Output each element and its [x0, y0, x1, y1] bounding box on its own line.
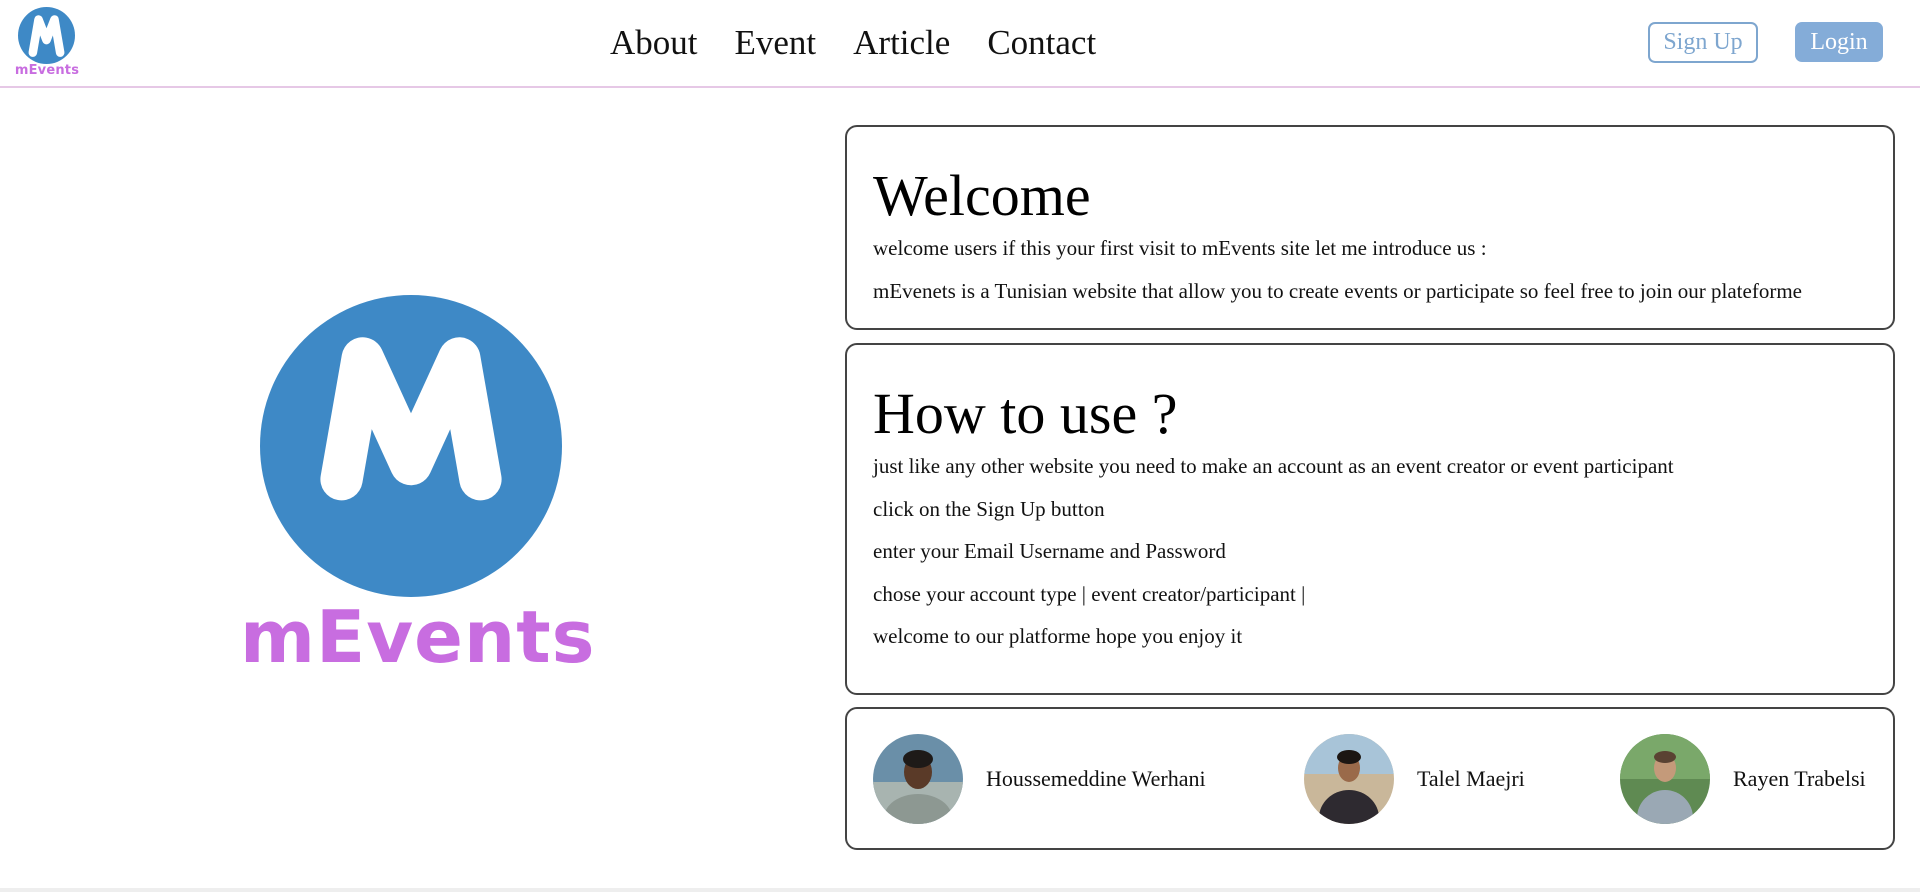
avatar — [1304, 734, 1394, 824]
nav-about[interactable]: About — [610, 18, 698, 68]
avatar — [873, 734, 963, 824]
member-name: Talel Maejri — [1417, 766, 1525, 791]
howto-title: How to use ? — [873, 381, 1178, 446]
howto-card: How to use ? just like any other website… — [845, 343, 1895, 695]
welcome-title: Welcome — [873, 163, 1091, 228]
site-header: mEvents About Event Article Contact Sign… — [0, 0, 1920, 88]
signup-button[interactable]: Sign Up — [1648, 22, 1758, 63]
header-logo[interactable]: mEvents — [14, 7, 80, 81]
login-button[interactable]: Login — [1795, 22, 1883, 62]
header-logo-wordmark: mEvents — [14, 63, 80, 78]
howto-line-4: chose your account type | event creator/… — [873, 582, 1306, 606]
howto-line-1: just like any other website you need to … — [873, 454, 1674, 478]
howto-line-3: enter your Email Username and Password — [873, 539, 1226, 563]
m-logo-icon — [18, 7, 75, 64]
welcome-card: Welcome welcome users if this your first… — [845, 125, 1895, 330]
member-name: Rayen Trabelsi — [1733, 766, 1866, 791]
main-nav: About Event Article Contact — [610, 18, 1133, 68]
welcome-line-1: welcome users if this your first visit t… — [873, 236, 1487, 260]
hero-wordmark: mEvents — [240, 595, 596, 679]
hero-logo: mEvents — [240, 295, 595, 679]
team-member: Houssemeddine Werhani — [873, 734, 1206, 824]
howto-line-5: welcome to our platforme hope you enjoy … — [873, 624, 1243, 648]
avatar — [1620, 734, 1710, 824]
nav-article[interactable]: Article — [853, 18, 950, 68]
nav-contact[interactable]: Contact — [987, 18, 1096, 68]
nav-event[interactable]: Event — [735, 18, 817, 68]
howto-line-2: click on the Sign Up button — [873, 497, 1105, 521]
team-card: Houssemeddine Werhani Talel Maejri Rayen — [845, 707, 1895, 850]
m-logo-large-icon — [260, 295, 562, 597]
team-member: Rayen Trabelsi — [1620, 734, 1866, 824]
welcome-line-2: mEvenets is a Tunisian website that allo… — [873, 279, 1802, 303]
member-name: Houssemeddine Werhani — [986, 766, 1206, 791]
page-bottom-divider — [0, 888, 1920, 892]
team-member: Talel Maejri — [1304, 734, 1525, 824]
